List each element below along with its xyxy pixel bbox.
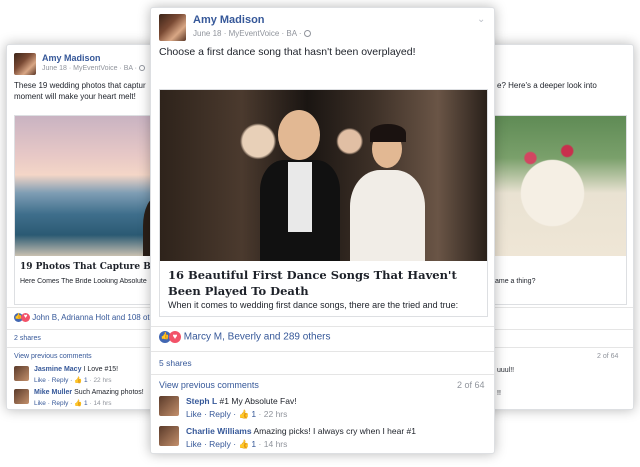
author-name[interactable]: Amy Madison [42, 53, 145, 64]
comment-text: I Love #15! [83, 366, 119, 373]
comment-like-count: 1 [251, 409, 257, 419]
right-post-card: e? Here's a deeper look into ame a thing… [478, 44, 634, 410]
author-name[interactable]: Amy Madison [193, 14, 311, 27]
heart-icon: ♥ [169, 331, 181, 343]
commenter-name[interactable]: Steph L [186, 396, 217, 406]
comment-actions[interactable]: Like · Reply · [186, 409, 236, 419]
comment-text: Amazing picks! I always cry when I hear … [253, 426, 417, 436]
globe-icon [138, 65, 145, 72]
chevron-down-icon[interactable]: ⌄ [477, 14, 485, 25]
comment-like-count: 1 [84, 377, 88, 384]
link-description: When it comes to wedding first dance son… [168, 300, 459, 310]
thumbs-up-icon: 👍 [74, 400, 83, 407]
commenter-avatar[interactable] [159, 426, 179, 446]
commenter-name[interactable]: Charlie Williams [186, 426, 252, 436]
comment: Charlie Williams Amazing picks! I always… [159, 426, 489, 452]
thumbs-up-icon: 👍 [238, 439, 250, 449]
author-avatar[interactable] [14, 53, 36, 75]
thumbs-up-icon: 👍 [238, 409, 250, 419]
comment-actions[interactable]: Like · Reply · [34, 377, 72, 384]
comment-text: #1 My Absolute Fav! [219, 396, 297, 406]
comment-actions[interactable]: Like · Reply · [34, 400, 72, 407]
globe-icon [303, 30, 311, 38]
commenter-name[interactable]: Mike Muller [34, 389, 72, 396]
comment-count: 2 of 64 [597, 353, 619, 360]
comment-snippet: uuul!! [497, 367, 515, 374]
post-text: e? Here's a deeper look into [497, 81, 597, 90]
bride-silhouette [350, 170, 425, 261]
shirt [288, 162, 312, 232]
commenter-name[interactable]: Jasmine Macy [34, 366, 81, 373]
post-meta: June 18 · MyEventVoice · BA · [42, 65, 137, 72]
bride-hair [370, 124, 406, 142]
view-previous-comments[interactable]: View previous comments [159, 380, 259, 390]
comment-count: 2 of 64 [457, 380, 485, 390]
link-title[interactable]: 16 Beautiful First Dance Songs That Have… [168, 267, 483, 299]
comment-text: Such Amazing photos! [74, 389, 144, 396]
shares-count[interactable]: 5 shares [159, 358, 192, 368]
comment-like-count: 1 [84, 400, 88, 407]
comment-time: 22 hrs [263, 409, 288, 419]
post-text: Choose a first dance song that hasn't be… [159, 46, 416, 58]
link-preview[interactable]: 16 Beautiful First Dance Songs That Have… [159, 89, 488, 317]
commenter-avatar[interactable] [159, 396, 179, 416]
groom-face [278, 110, 320, 160]
thumbs-up-icon: 👍 [74, 377, 83, 384]
comment-actions[interactable]: Like · Reply · [186, 439, 236, 449]
comment-snippet: !! [497, 390, 501, 397]
comment-time: 14 hrs [263, 439, 288, 449]
link-description: ame a thing? [495, 278, 536, 285]
comment-time: 22 hrs [93, 377, 112, 384]
comment-like-count: 1 [251, 439, 257, 449]
commenter-avatar[interactable] [14, 389, 29, 404]
reaction-summary[interactable]: Marcy M, Beverly and 289 others [184, 332, 331, 343]
view-previous-comments[interactable]: View previous comments [14, 353, 92, 360]
comment-time: 14 hrs [93, 400, 112, 407]
author-avatar[interactable] [159, 14, 186, 41]
shares-count[interactable]: 2 shares [14, 335, 41, 342]
link-preview[interactable]: ame a thing? [479, 115, 627, 305]
post-meta: June 18 · MyEventVoice · BA · [193, 29, 302, 38]
comment: Steph L #1 My Absolute Fav! Like · Reply… [159, 396, 489, 422]
reaction-summary[interactable]: John B, Adrianna Holt and 108 other [32, 313, 161, 322]
heart-icon: ♥ [21, 313, 30, 323]
main-post-card: Amy Madison June 18 · MyEventVoice · BA … [150, 7, 495, 454]
commenter-avatar[interactable] [14, 366, 29, 381]
cake-photo [479, 116, 626, 256]
